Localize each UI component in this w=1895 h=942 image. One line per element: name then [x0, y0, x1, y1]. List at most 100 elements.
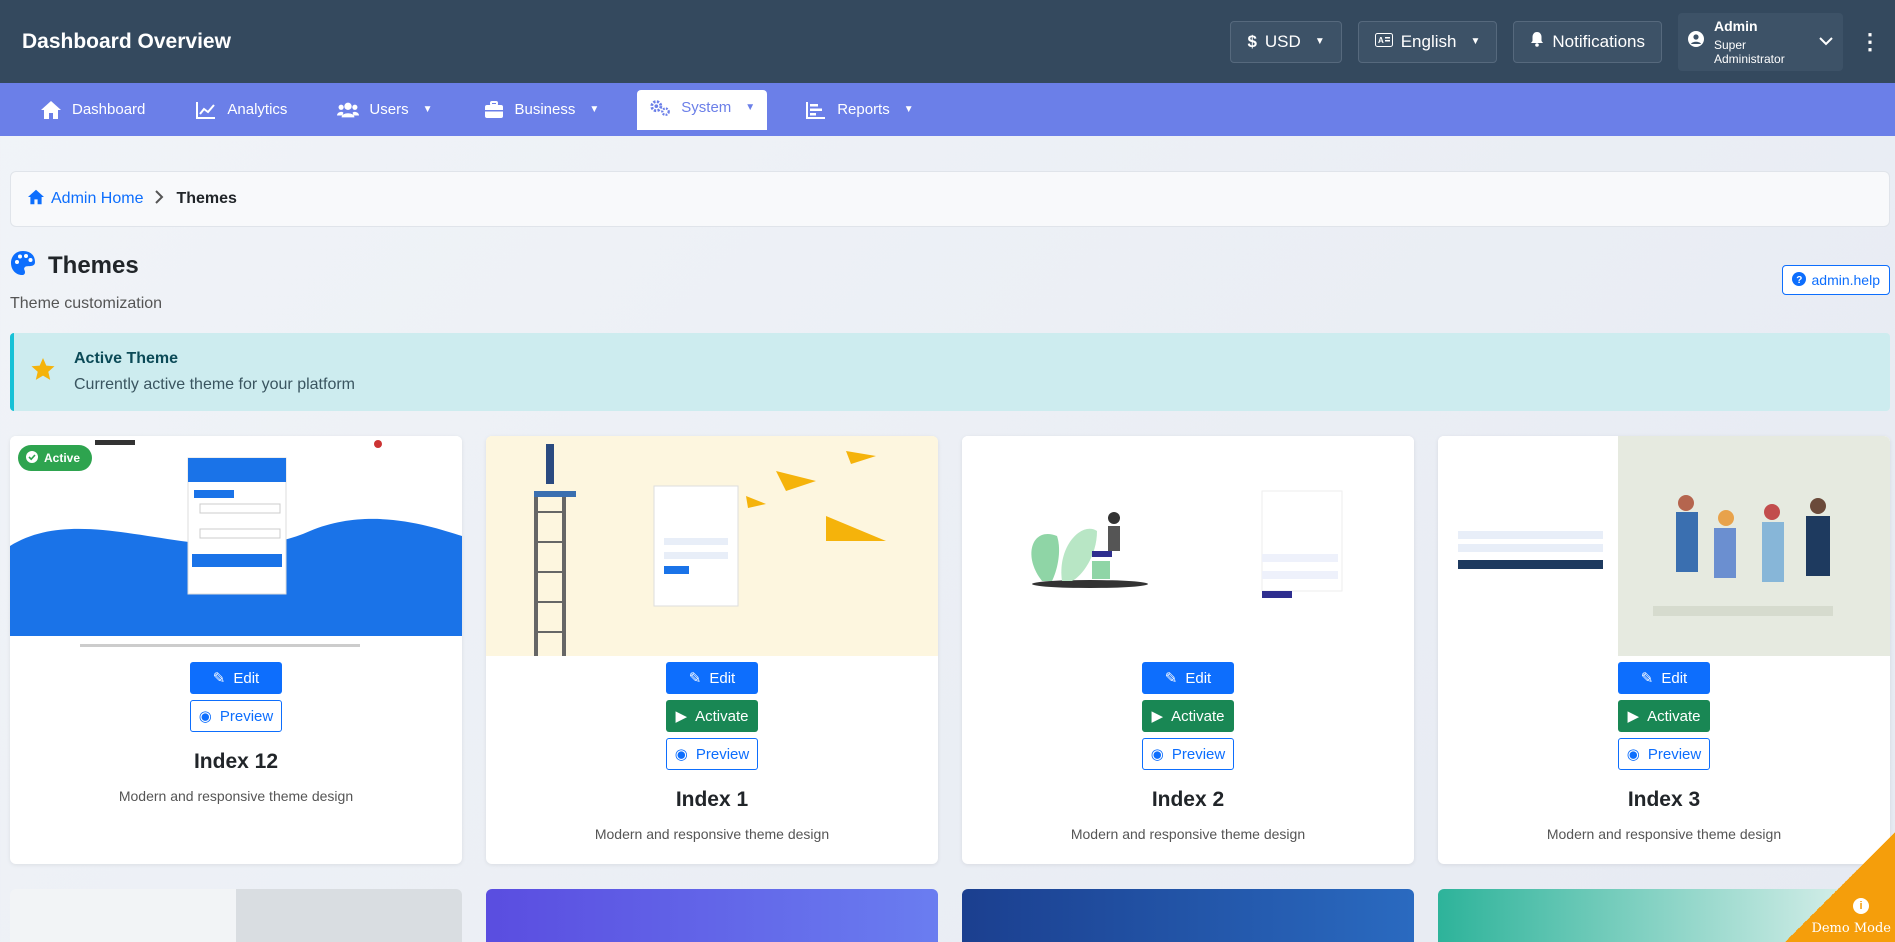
nav-label: Reports	[837, 101, 890, 118]
page-heading: Themes Theme customization	[10, 250, 162, 313]
more-options-icon[interactable]: ⋮	[1859, 29, 1881, 55]
play-icon: ▶	[675, 708, 688, 725]
page-title: Themes	[48, 251, 139, 279]
activate-button[interactable]: ▶ Activate	[1618, 700, 1710, 732]
activate-button[interactable]: ▶ Activate	[666, 700, 758, 732]
theme-description: Modern and responsive theme design	[1070, 826, 1306, 842]
nav-label: Business	[514, 101, 576, 118]
edit-icon: ✎	[1164, 670, 1178, 687]
theme-card-peek	[10, 889, 462, 942]
play-icon: ▶	[1627, 708, 1640, 725]
activate-button[interactable]: ▶ Activate	[1142, 700, 1234, 732]
theme-card-index-2: ✎ Edit ▶ Activate ◉ Preview Index 2 Mode…	[962, 436, 1414, 864]
active-theme-alert: Active Theme Currently active theme for …	[10, 333, 1890, 411]
caret-down-icon: ▼	[422, 104, 433, 115]
preview-label: Preview	[1171, 745, 1226, 763]
edit-button[interactable]: ✎ Edit	[1618, 662, 1710, 694]
eye-icon: ◉	[1626, 746, 1640, 763]
nav-item-users[interactable]: Users ▼	[325, 90, 444, 130]
nav-item-dashboard[interactable]: Dashboard	[28, 90, 157, 130]
user-profile-menu[interactable]: Admin Super Administrator	[1678, 12, 1843, 71]
app-title: Dashboard Overview	[22, 29, 231, 53]
caret-down-icon: ▼	[745, 102, 756, 113]
eye-icon: ◉	[674, 746, 688, 763]
preview-label: Preview	[1647, 745, 1702, 763]
user-name: Admin	[1714, 17, 1758, 34]
breadcrumb-home-label: Admin Home	[51, 190, 144, 207]
currency-label: USD	[1264, 31, 1301, 51]
edit-icon: ✎	[688, 670, 702, 687]
nav-item-system[interactable]: System ▼	[637, 89, 768, 130]
activate-label: Activate	[1171, 707, 1225, 725]
demo-mode-label: Demo Mode	[1811, 921, 1891, 936]
status-badge: Active	[18, 445, 93, 471]
chevron-down-icon	[1819, 33, 1833, 51]
edit-button[interactable]: ✎ Edit	[190, 662, 282, 694]
cogs-icon	[649, 98, 671, 118]
language-icon: A	[1374, 32, 1393, 52]
caret-down-icon: ▼	[1314, 36, 1325, 47]
nav-item-analytics[interactable]: Analytics	[183, 90, 299, 130]
eye-icon: ◉	[1150, 746, 1164, 763]
demo-mode-ribbon[interactable]: i Demo Mode	[1785, 832, 1895, 942]
nav-label: System	[681, 99, 732, 116]
preview-button[interactable]: ◉ Preview	[190, 700, 282, 732]
briefcase-icon	[483, 100, 505, 120]
chevron-right-icon	[155, 189, 164, 209]
edit-button[interactable]: ✎ Edit	[666, 662, 758, 694]
preview-button[interactable]: ◉ Preview	[666, 738, 758, 770]
preview-label: Preview	[219, 707, 274, 725]
badge-label: Active	[44, 451, 81, 465]
svg-text:A: A	[1378, 36, 1384, 45]
help-button[interactable]: ? admin.help	[1781, 265, 1890, 295]
preview-label: Preview	[695, 745, 750, 763]
user-role: Super Administrator	[1714, 37, 1785, 66]
edit-icon: ✎	[1640, 670, 1654, 687]
theme-thumbnail[interactable]	[486, 436, 938, 656]
currency-dropdown[interactable]: $ USD ▼	[1230, 20, 1342, 63]
main-nav: Dashboard Analytics Users ▼ Business ▼ S…	[0, 83, 1895, 136]
user-circle-icon	[1688, 31, 1704, 52]
breadcrumb-current: Themes	[176, 190, 237, 207]
chart-bar-icon	[805, 100, 827, 120]
eye-icon: ◉	[198, 708, 212, 725]
home-icon	[40, 100, 62, 120]
edit-label: Edit	[709, 669, 736, 687]
theme-name: Index 2	[1151, 788, 1225, 811]
theme-description: Modern and responsive theme design	[594, 826, 830, 842]
theme-card-index-12: Active ✎ Edit ◉ Preview Index 12 Modern …	[10, 436, 462, 864]
theme-card-peek	[486, 889, 938, 942]
theme-thumbnail[interactable]	[1438, 436, 1890, 656]
nav-item-reports[interactable]: Reports ▼	[793, 90, 925, 130]
notifications-button[interactable]: Notifications	[1513, 20, 1662, 63]
theme-description: Modern and responsive theme design	[1546, 826, 1782, 842]
edit-button[interactable]: ✎ Edit	[1142, 662, 1234, 694]
check-circle-icon	[26, 450, 38, 466]
top-header: Dashboard Overview $ USD ▼ A English ▼ N…	[0, 0, 1895, 83]
breadcrumb: Admin Home Themes	[10, 171, 1890, 227]
theme-name: Index 3	[1627, 788, 1701, 811]
preview-button[interactable]: ◉ Preview	[1618, 738, 1710, 770]
svg-text:?: ?	[1796, 275, 1802, 286]
nav-label: Analytics	[227, 101, 288, 118]
nav-label: Users	[369, 101, 409, 118]
caret-down-icon: ▼	[589, 104, 600, 115]
alert-title: Active Theme	[74, 350, 179, 367]
activate-label: Activate	[1647, 707, 1701, 725]
caret-down-icon: ▼	[903, 104, 914, 115]
theme-thumbnail[interactable]	[962, 436, 1414, 656]
alert-text: Currently active theme for your platform	[74, 376, 355, 393]
theme-name: Index 1	[675, 788, 749, 811]
info-icon: i	[1853, 898, 1869, 914]
edit-label: Edit	[233, 669, 260, 687]
language-dropdown[interactable]: A English ▼	[1357, 20, 1498, 63]
theme-card-index-3: ✎ Edit ▶ Activate ◉ Preview Index 3 Mode…	[1438, 436, 1890, 864]
theme-thumbnail[interactable]: Active	[10, 436, 462, 656]
breadcrumb-home-link[interactable]: Admin Home	[27, 189, 143, 210]
preview-button[interactable]: ◉ Preview	[1142, 738, 1234, 770]
nav-item-business[interactable]: Business ▼	[471, 90, 612, 130]
home-icon	[27, 189, 45, 210]
activate-label: Activate	[695, 707, 749, 725]
question-circle-icon: ?	[1791, 271, 1806, 289]
dollar-icon: $	[1247, 31, 1257, 51]
